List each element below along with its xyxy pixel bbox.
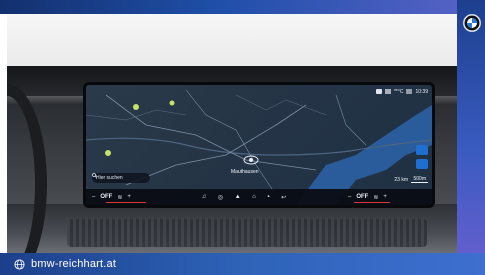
location-label: Mauthausen: [231, 169, 259, 175]
temperature: **°C: [393, 88, 404, 95]
home-icon[interactable]: ⌂: [252, 194, 256, 200]
background-wall: [7, 14, 457, 70]
connection-icon: [384, 89, 391, 94]
right-plus-button[interactable]: +: [383, 194, 387, 200]
search-placeholder: Hier suchen: [96, 175, 123, 181]
distance-unit: km: [401, 177, 408, 183]
signal-icon: [406, 89, 413, 94]
search-input[interactable]: Hier suchen: [92, 173, 150, 183]
bottom-control-bar: – OFF ≋ + ♫ ◎ ▲ ⌂ ▪ ↩ – OFF ≋ +: [86, 189, 432, 205]
air-vent: [67, 219, 427, 247]
map-options-button[interactable]: [416, 145, 428, 155]
apps-icon[interactable]: ▪: [267, 194, 269, 200]
left-plus-button[interactable]: +: [127, 194, 131, 200]
left-climate-status[interactable]: OFF: [100, 194, 112, 200]
globe-icon: [14, 258, 25, 270]
website-footer[interactable]: bmw-reichhart.at: [14, 255, 116, 273]
map-graphic: [86, 89, 432, 205]
bmw-logo-icon: [463, 14, 481, 32]
map-scale: 500m: [411, 176, 428, 183]
right-gradient-bar: [457, 0, 485, 275]
website-url[interactable]: bmw-reichhart.at: [31, 258, 116, 270]
right-temp-indicator: [354, 202, 390, 203]
right-climate-status[interactable]: OFF: [356, 194, 368, 200]
infotainment-display: **°C 10:39 Mauthausen Hier suchen 23 km …: [83, 82, 435, 208]
music-icon[interactable]: ♫: [202, 194, 207, 200]
right-minus-button[interactable]: –: [348, 194, 351, 200]
search-icon: [92, 173, 97, 178]
clock: 10:39: [415, 88, 428, 95]
left-temp-indicator: [106, 202, 146, 203]
distance-readout: 23 km: [394, 177, 408, 183]
app-dock: ♫ ◎ ▲ ⌂ ▪ ↩: [196, 190, 292, 204]
back-icon[interactable]: ↩: [281, 194, 286, 201]
seat-heat-icon[interactable]: ≋: [117, 194, 122, 201]
profile-icon[interactable]: [375, 89, 382, 94]
distance-value: 23: [394, 177, 400, 183]
navigation-map[interactable]: **°C 10:39 Mauthausen Hier suchen 23 km …: [86, 85, 432, 205]
map-layer-button[interactable]: [416, 159, 428, 169]
steering-wheel: [7, 84, 47, 253]
status-bar: **°C 10:39: [375, 87, 428, 96]
right-seat-heat-icon[interactable]: ≋: [373, 194, 378, 201]
dashboard-photo: **°C 10:39 Mauthausen Hier suchen 23 km …: [7, 14, 457, 253]
top-gradient-bar: [0, 0, 485, 14]
left-minus-button[interactable]: –: [92, 194, 95, 200]
nav-icon[interactable]: ▲: [235, 194, 241, 200]
phone-icon[interactable]: ◎: [218, 194, 223, 201]
